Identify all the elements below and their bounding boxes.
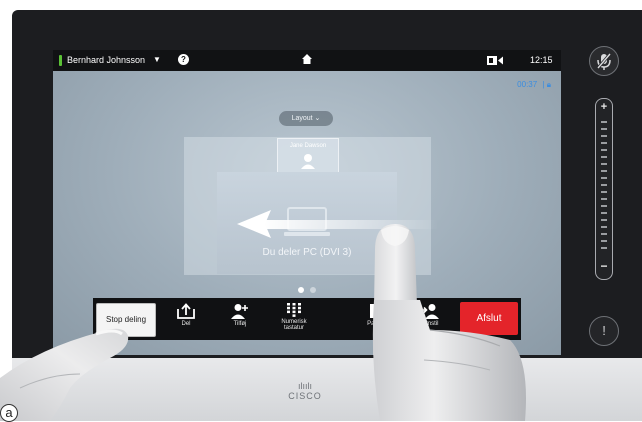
sharing-status: Du deler PC (DVI 3) — [262, 247, 352, 258]
volume-tick — [601, 198, 607, 200]
user-menu-caret[interactable]: ▼ — [153, 55, 161, 64]
person-icon — [301, 154, 315, 169]
add-label: Tilføj — [233, 321, 247, 327]
volume-tick — [601, 177, 607, 179]
help-icon[interactable]: ? — [178, 54, 189, 65]
keypad-button[interactable]: Numerisk tastatur — [269, 302, 319, 338]
cisco-logo-bars: ılıılı — [297, 381, 312, 391]
page-indicator — [295, 280, 319, 298]
camera-icon[interactable] — [487, 56, 503, 65]
volume-tick — [601, 135, 607, 137]
status-indicator — [59, 55, 62, 66]
lock-icon: | 🔒︎ — [542, 80, 551, 89]
participant-name: Jane Dawson — [289, 143, 327, 149]
volume-tick — [601, 240, 607, 242]
mic-mute-icon — [596, 53, 612, 70]
cisco-logo-text: CISCO — [288, 391, 322, 401]
volume-down-button[interactable]: − — [596, 259, 612, 273]
volume-tick — [601, 121, 607, 123]
layout-button[interactable]: Layout ⌄ — [279, 111, 333, 126]
keypad-label-line2: tastatur — [283, 325, 304, 331]
mic-mute-button[interactable] — [589, 46, 619, 76]
share-button[interactable]: Del — [161, 302, 211, 338]
user-name[interactable]: Bernhard Johnsson — [67, 55, 145, 65]
share-label: Del — [181, 321, 191, 327]
participant-tile[interactable]: Jane Dawson — [277, 138, 339, 173]
volume-tick — [601, 205, 607, 207]
left-hand — [0, 328, 129, 421]
volume-slider[interactable]: + − — [595, 98, 613, 280]
alert-button[interactable]: ! — [589, 316, 619, 346]
volume-tick — [601, 156, 607, 158]
call-duration: 00:37 — [517, 80, 538, 89]
volume-tick — [601, 184, 607, 186]
share-icon — [177, 303, 195, 319]
keypad-icon — [287, 303, 301, 317]
page-dot-active[interactable] — [298, 287, 304, 293]
call-timer: 00:37 | 🔒︎ — [517, 80, 551, 90]
volume-tick — [601, 233, 607, 235]
clock: 12:15 — [530, 55, 553, 65]
figure-label: a — [0, 404, 18, 422]
right-hand — [372, 300, 526, 421]
volume-tick — [601, 226, 607, 228]
volume-tick — [601, 128, 607, 130]
volume-tick — [601, 163, 607, 165]
add-person-icon — [231, 304, 248, 319]
side-controls: + − ! — [581, 42, 631, 362]
volume-tick — [601, 170, 607, 172]
volume-tick — [601, 142, 607, 144]
home-icon[interactable] — [302, 54, 312, 67]
status-bar: Bernhard Johnsson ▼ ? 12:15 — [53, 50, 561, 71]
add-participant-button[interactable]: Tilføj — [215, 302, 265, 338]
volume-tick — [601, 212, 607, 214]
volume-tick — [601, 149, 607, 151]
page-dot[interactable] — [310, 287, 316, 293]
cisco-logo: ılıılı CISCO — [285, 381, 325, 402]
volume-up-button[interactable]: + — [596, 101, 612, 113]
volume-tick — [601, 219, 607, 221]
volume-tick — [601, 191, 607, 193]
volume-tick — [601, 247, 607, 249]
